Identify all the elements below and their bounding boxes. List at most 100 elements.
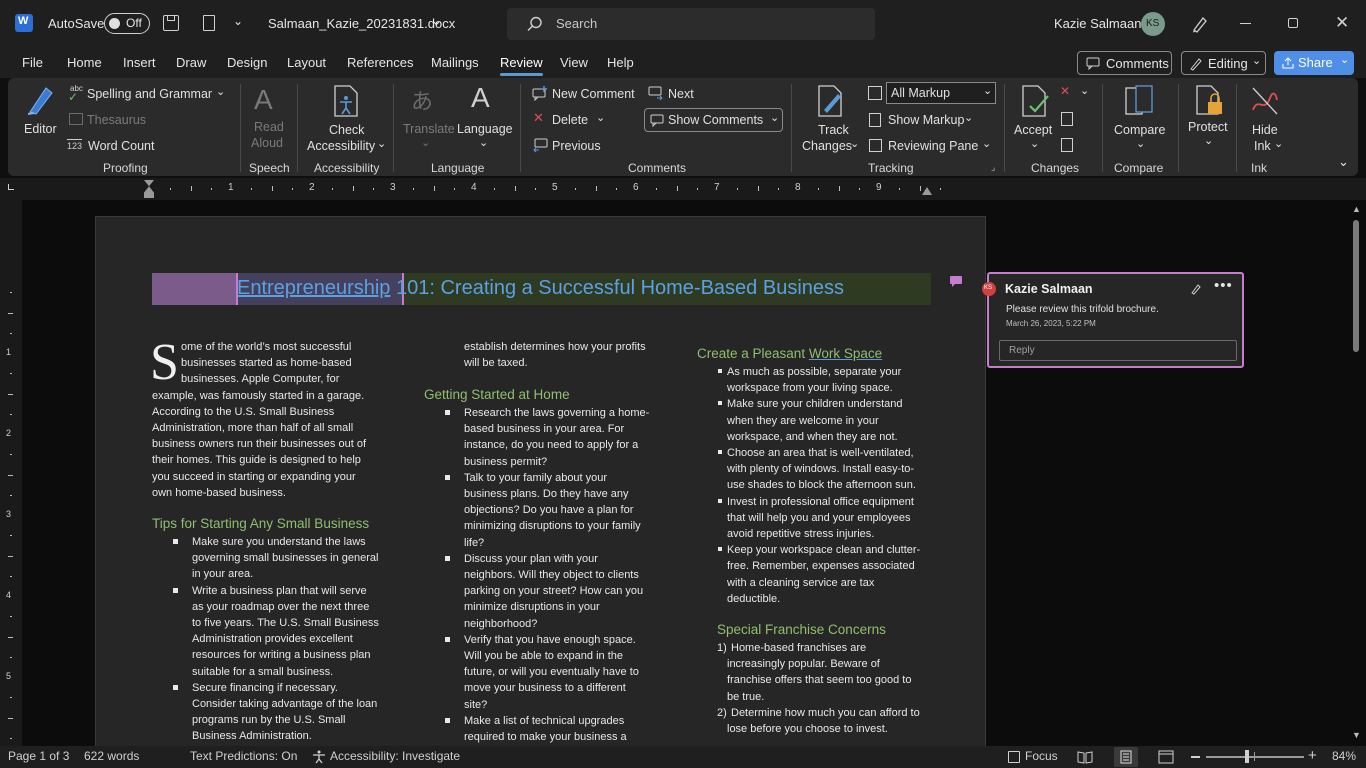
tab-mailings[interactable]: Mailings: [431, 55, 479, 70]
markup-select[interactable]: All Markup ⌄: [886, 82, 996, 104]
restore-button[interactable]: [1288, 18, 1298, 28]
scroll-down-icon[interactable]: ▼: [1352, 730, 1361, 740]
previous-comment-button[interactable]: Previous: [530, 136, 620, 156]
next-change-icon[interactable]: [1061, 138, 1073, 152]
ruler-tick: [8, 474, 13, 476]
hide-ink-button[interactable]: Hide Ink ⌄: [1240, 82, 1290, 154]
ruler-tick: [757, 186, 759, 191]
tab-selector[interactable]: [8, 184, 14, 190]
minimize-button[interactable]: [1240, 23, 1251, 24]
ruler-tick: [10, 332, 12, 334]
save-icon[interactable]: [163, 15, 179, 31]
dialog-launcher-icon[interactable]: ⌟: [991, 162, 995, 173]
designer-pen-icon[interactable]: [1190, 14, 1210, 34]
tab-references[interactable]: References: [347, 55, 413, 70]
zoom-out-button[interactable]: [1191, 756, 1200, 758]
tab-help[interactable]: Help: [607, 55, 634, 70]
text-line: Keep your workspace clean and clutter-: [727, 544, 921, 557]
avatar[interactable]: KS: [1141, 12, 1165, 36]
read-mode-icon[interactable]: [1077, 750, 1093, 764]
markup-select-value: All Markup: [891, 86, 951, 100]
list-number: 2): [717, 706, 727, 719]
autosave-toggle[interactable]: Off: [104, 13, 150, 34]
tab-insert[interactable]: Insert: [123, 55, 156, 70]
tab-design[interactable]: Design: [227, 55, 267, 70]
collapse-ribbon-icon[interactable]: ⌄: [1338, 154, 1349, 170]
zoom-in-button[interactable]: +: [1308, 747, 1317, 764]
new-document-icon[interactable]: [203, 15, 215, 31]
separator: [1178, 84, 1179, 172]
protect-button[interactable]: Protect ⌄: [1184, 82, 1236, 154]
document-page[interactable]: Entrepreneurship 101: Creating a Success…: [95, 216, 986, 746]
text-line: Talk to your family about your: [464, 471, 608, 484]
reviewing-pane-button[interactable]: Reviewing Pane ⌄: [868, 136, 994, 156]
text-line: to five years. The U.S. Small Business: [192, 617, 379, 630]
comment-marker-icon[interactable]: [949, 275, 963, 288]
chevron-down-icon[interactable]: ⌄: [431, 13, 442, 29]
tab-file[interactable]: File: [22, 55, 43, 70]
comments-pane-button[interactable]: Comments: [1077, 51, 1172, 75]
share-button[interactable]: Share ⌄: [1274, 51, 1354, 75]
scroll-thumb[interactable]: [1353, 220, 1359, 352]
compare-button[interactable]: Compare ⌄: [1110, 82, 1170, 154]
text-line: their homes. This guide is designed to h…: [152, 454, 361, 467]
reply-input[interactable]: Reply: [999, 340, 1237, 361]
vertical-scrollbar[interactable]: ▲ ▼: [1350, 204, 1362, 742]
status-bar: Page 1 of 3 622 words Text Predictions: …: [0, 746, 1366, 768]
text-line: increasingly popular. Beware of: [727, 658, 880, 671]
track-changes-button[interactable]: Track Changes ⌄: [798, 82, 860, 154]
protect-label: Protect: [1188, 120, 1228, 134]
show-comments-button[interactable]: Show Comments ⌄: [644, 108, 783, 132]
new-comment-button[interactable]: New Comment: [530, 84, 640, 104]
tab-draw[interactable]: Draw: [176, 55, 206, 70]
page-count[interactable]: Page 1 of 3: [8, 749, 69, 763]
text-line: move your business to a different: [464, 682, 626, 695]
title-selection: [152, 273, 236, 305]
show-markup-button[interactable]: Show Markup ⌄: [868, 110, 988, 130]
text-predictions-status[interactable]: Text Predictions: On: [190, 749, 297, 763]
document-filename[interactable]: Salmaan_Kazie_20231831.docx: [268, 16, 455, 31]
search-box[interactable]: Search: [507, 8, 875, 40]
tab-home[interactable]: Home: [67, 55, 102, 70]
comments-group-label: Comments: [628, 161, 687, 175]
language-button[interactable]: A Language ⌄: [455, 82, 513, 152]
word-count-button[interactable]: 123 Word Count: [66, 136, 186, 156]
more-options-icon[interactable]: •••: [1214, 277, 1233, 294]
focus-mode-button[interactable]: Focus: [1025, 749, 1058, 763]
scroll-up-icon[interactable]: ▲: [1352, 204, 1361, 214]
accessibility-status[interactable]: Accessibility: Investigate: [330, 749, 460, 763]
zoom-slider[interactable]: [1206, 756, 1304, 758]
tab-review[interactable]: Review: [500, 55, 543, 76]
language-group-label: Language: [431, 161, 485, 175]
comment-text: Please review this trifold brochure.: [1006, 304, 1159, 315]
word-count-status[interactable]: 622 words: [84, 749, 139, 763]
list-number: 1): [717, 642, 727, 654]
text-line: required to make your business a: [464, 731, 627, 744]
previous-change-icon[interactable]: [1061, 112, 1073, 126]
comment-card[interactable]: KS Kazie Salmaan ••• Please review this …: [982, 272, 1244, 368]
tab-layout[interactable]: Layout: [287, 55, 326, 70]
close-button[interactable]: ✕: [1335, 13, 1349, 33]
tab-view[interactable]: View: [560, 55, 588, 70]
edit-comment-icon[interactable]: [1190, 283, 1202, 295]
editing-mode-button[interactable]: Editing ⌄: [1181, 51, 1266, 75]
zoom-slider-thumb[interactable]: [1245, 750, 1249, 763]
text-line: Consider taking advantage of the loan: [192, 698, 378, 711]
next-comment-button[interactable]: Next: [646, 84, 726, 104]
check-accessibility-button[interactable]: Check Accessibility ⌄: [305, 82, 387, 154]
delete-comment-button[interactable]: ✕ Delete ⌄: [530, 110, 620, 130]
list-item: As much as possible, separate your works…: [718, 364, 937, 396]
text-line: As much as possible, separate your: [727, 366, 902, 378]
ruler-tick: [777, 188, 779, 190]
zoom-level[interactable]: 84%: [1332, 749, 1356, 763]
print-layout-view[interactable]: [1114, 747, 1138, 767]
reject-button[interactable]: ✕ ⌄: [1060, 84, 1094, 104]
autosave-state: Off: [126, 16, 142, 30]
user-name[interactable]: Kazie Salmaan: [1054, 16, 1141, 31]
editor-button[interactable]: Editor: [18, 82, 62, 142]
indent-marker[interactable]: [144, 180, 154, 198]
spelling-grammar-button[interactable]: abc ✓ Spelling and Grammar ⌄: [66, 84, 236, 106]
web-layout-icon[interactable]: [1158, 750, 1174, 764]
customize-toolbar-icon[interactable]: ⌄: [233, 14, 243, 28]
accept-button[interactable]: Accept ⌄: [1012, 82, 1056, 154]
